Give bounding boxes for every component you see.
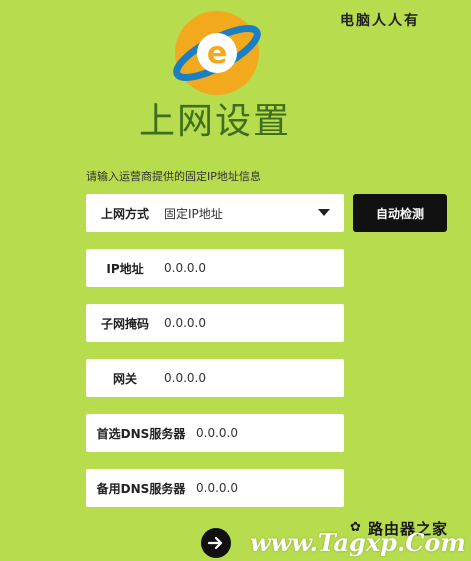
gateway-label: 网关: [112, 371, 137, 386]
subnet-mask-input[interactable]: [164, 316, 284, 330]
caret-down-icon[interactable]: [318, 209, 330, 216]
page-title: 上网设置: [138, 101, 291, 142]
primary-dns-field: 首选DNS服务器: [86, 414, 344, 452]
secondary-dns-input[interactable]: [196, 481, 316, 495]
app-logo-icon: e: [172, 8, 262, 98]
watermark-bottom: ✿ 路由器之家 www.Tagxp.Com: [250, 518, 471, 561]
svg-text:e: e: [207, 36, 227, 71]
primary-dns-label: 首选DNS服务器: [96, 426, 186, 441]
arrow-right-icon: [207, 536, 223, 550]
secondary-dns-field: 备用DNS服务器: [86, 469, 344, 507]
ip-address-input[interactable]: [164, 261, 284, 275]
connection-type-select[interactable]: 上网方式 固定IP地址: [86, 194, 344, 232]
secondary-dns-label: 备用DNS服务器: [96, 481, 186, 496]
ip-address-field: IP地址: [86, 249, 344, 287]
auto-detect-button[interactable]: 自动检测: [353, 194, 447, 232]
ip-address-label: IP地址: [106, 261, 144, 276]
connection-type-label: 上网方式: [100, 206, 149, 221]
gateway-input[interactable]: [164, 371, 284, 385]
watermark-url: www.Tagxp.Com: [250, 528, 466, 557]
subnet-mask-label: 子网掩码: [100, 316, 149, 331]
subnet-mask-field: 子网掩码: [86, 304, 344, 342]
primary-dns-input[interactable]: [196, 426, 316, 440]
connection-type-value: 固定IP地址: [164, 206, 223, 221]
gateway-field: 网关: [86, 359, 344, 397]
watermark-top-text: 电脑人人有: [340, 13, 420, 29]
next-button[interactable]: [201, 528, 231, 558]
page-subtitle: 请输入运营商提供的固定IP地址信息: [86, 170, 261, 183]
